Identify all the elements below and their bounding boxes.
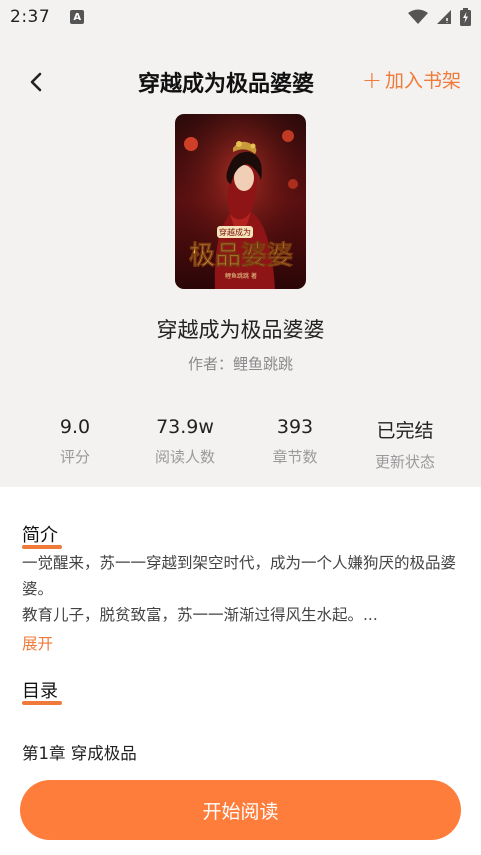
cover-illustration: 穿越成为 极品婆婆 鲤鱼跳跳 著 <box>175 114 306 289</box>
stat-value: 393 <box>276 416 314 438</box>
cover-title: 极品婆婆 <box>189 241 293 271</box>
expand-link[interactable]: 展开 <box>22 632 53 654</box>
back-button[interactable] <box>22 68 50 96</box>
author-name: 鲤鱼跳跳 <box>233 355 294 373</box>
cover-author: 鲤鱼跳跳 著 <box>225 272 257 280</box>
book-cover: 穿越成为 极品婆婆 鲤鱼跳跳 著 <box>175 114 306 289</box>
status-time: 2:37 <box>10 7 51 27</box>
stat-rating: 9.0 评分 <box>20 416 130 467</box>
stat-label: 评分 <box>59 448 90 466</box>
battery-icon <box>460 8 471 26</box>
intro-line-2: 教育儿子，脱贫致富，苏一一渐渐过得风生水起。... <box>22 606 378 624</box>
stat-value: 9.0 <box>59 416 91 438</box>
stat-status: 已完结 更新状态 <box>350 416 460 472</box>
stat-value: 已完结 <box>376 420 434 442</box>
add-to-shelf-label: 加入书架 <box>384 70 461 92</box>
notification-icon: A <box>70 10 85 24</box>
wifi-icon <box>408 9 428 24</box>
stat-label: 阅读人数 <box>154 448 215 466</box>
author-label: 作者： <box>187 355 233 373</box>
toc-heading-label: 目录 <box>22 681 58 702</box>
header: 穿越成为极品婆婆 + 加入书架 <box>0 56 481 106</box>
plus-icon: + <box>361 65 382 94</box>
detail-sheet: 简介 一觉醒来，苏一一穿越到架空时代，成为一个人嫌狗厌的极品婆婆。 教育儿子，脱… <box>0 487 481 855</box>
book-name: 穿越成为极品婆婆 <box>156 318 325 342</box>
status-icons <box>408 8 471 26</box>
chapter-item[interactable]: 第1章 穿成极品 <box>22 740 137 764</box>
book-stats: 9.0 评分 73.9w 阅读人数 393 章节数 已完结 更新状态 <box>0 416 481 476</box>
cover-subtitle: 穿越成为 <box>219 227 251 237</box>
intro-line-1: 一觉醒来，苏一一穿越到架空时代，成为一个人嫌狗厌的极品婆婆。 <box>22 554 457 598</box>
stat-chapters: 393 章节数 <box>240 416 350 467</box>
stat-label: 更新状态 <box>374 453 435 471</box>
intro-heading: 简介 <box>22 521 62 549</box>
intro-text: 一觉醒来，苏一一穿越到架空时代，成为一个人嫌狗厌的极品婆婆。 教育儿子，脱贫致富… <box>22 550 462 628</box>
stat-readers: 73.9w 阅读人数 <box>130 416 240 467</box>
intro-heading-label: 简介 <box>22 525 58 546</box>
signal-icon <box>437 10 451 24</box>
page-title: 穿越成为极品婆婆 <box>138 72 315 97</box>
start-reading-button[interactable]: 开始阅读 <box>20 780 461 840</box>
add-to-shelf-button[interactable]: + 加入书架 <box>362 66 461 93</box>
author-line: 作者：鲤鱼跳跳 <box>0 353 481 374</box>
stat-value: 73.9w <box>156 416 214 438</box>
stat-label: 章节数 <box>272 448 318 466</box>
status-bar: 2:37 A <box>0 0 481 34</box>
toc-heading: 目录 <box>22 677 62 705</box>
chevron-left-icon <box>30 72 42 92</box>
